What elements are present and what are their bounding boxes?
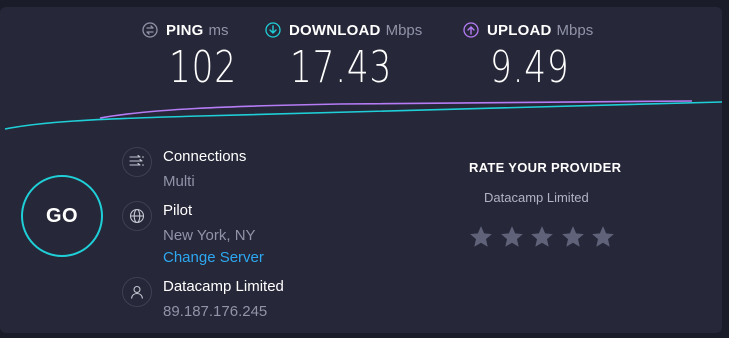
download-metric: DOWNLOAD Mbps 17.43 — [265, 20, 422, 93]
provider-ip: 89.187.176.245 — [163, 303, 268, 320]
upload-metric: UPLOAD Mbps 9.49 — [463, 20, 593, 93]
star-2-icon[interactable] — [499, 224, 525, 250]
star-3-icon[interactable] — [529, 224, 555, 250]
download-label: DOWNLOAD — [289, 21, 381, 39]
speed-graph — [4, 100, 722, 130]
upload-unit: Mbps — [556, 21, 594, 39]
go-button[interactable]: GO — [21, 175, 103, 257]
provider-name: Datacamp Limited — [163, 278, 284, 295]
upload-label: UPLOAD — [487, 21, 552, 39]
ping-icon — [142, 22, 158, 38]
download-value: 17.43 — [290, 42, 393, 93]
connections-value: Multi — [163, 173, 195, 190]
star-1-icon[interactable] — [468, 224, 494, 250]
globe-icon — [122, 201, 152, 231]
change-server-link[interactable]: Change Server — [163, 249, 264, 266]
ping-value: 102 — [169, 42, 237, 93]
rate-provider-heading: RATE YOUR PROVIDER — [469, 160, 622, 175]
ping-metric: PING ms 102 — [142, 20, 256, 93]
download-arrow-icon — [265, 22, 281, 38]
server-name: Pilot — [163, 202, 193, 219]
download-unit: Mbps — [385, 21, 423, 39]
ping-label: PING — [166, 21, 204, 39]
user-icon — [122, 277, 152, 307]
server-location: New York, NY — [163, 227, 256, 244]
ping-unit: ms — [208, 21, 229, 39]
upload-arrow-icon — [463, 22, 479, 38]
star-rating — [468, 224, 621, 250]
upload-value: 9.49 — [490, 42, 570, 93]
rate-provider-isp: Datacamp Limited — [484, 190, 589, 205]
star-5-icon[interactable] — [590, 224, 616, 250]
connections-title: Connections — [163, 148, 247, 165]
upload-graph-line — [99, 100, 693, 119]
connections-icon — [122, 147, 152, 177]
star-4-icon[interactable] — [560, 224, 586, 250]
